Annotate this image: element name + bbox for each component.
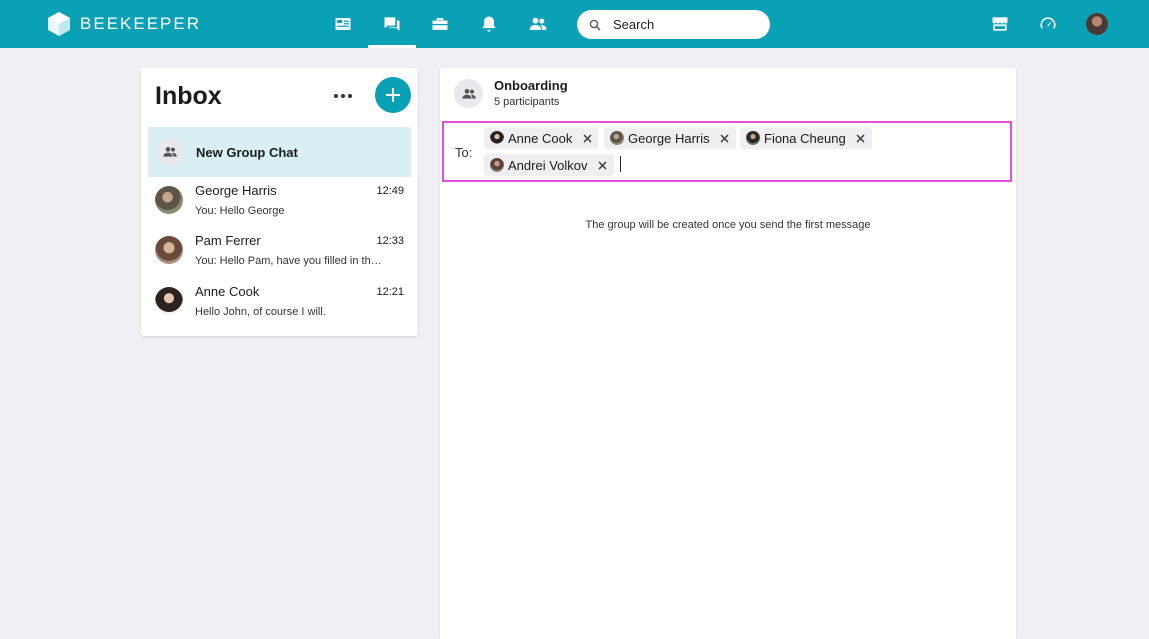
nav-tools[interactable] [416, 0, 464, 48]
search-bar[interactable]: Search [577, 10, 770, 39]
conversation-item[interactable]: Anne Cook 12:21 Hello John, of course I … [148, 278, 411, 328]
recipient-name: Anne Cook [508, 130, 573, 146]
group-avatar [156, 138, 184, 166]
people-icon [529, 17, 547, 30]
recipient-chip[interactable]: George Harris [604, 127, 736, 149]
close-icon [720, 134, 729, 142]
dashboard-gauge-icon [1040, 17, 1056, 29]
toolbox-icon [432, 18, 448, 30]
remove-recipient-button[interactable] [850, 127, 872, 149]
close-icon [583, 134, 592, 142]
recipient-avatar [490, 158, 504, 172]
recipient-name: Fiona Cheung [764, 130, 846, 146]
nav-dashboard[interactable] [1024, 0, 1072, 48]
recipient-name: Andrei Volkov [508, 157, 588, 173]
new-group-chat-item[interactable]: New Group Chat [148, 127, 411, 177]
new-chat-button[interactable] [375, 77, 411, 113]
nav-people[interactable] [514, 0, 562, 48]
remove-recipient-button[interactable] [592, 154, 614, 176]
conversation-item[interactable]: Pam Ferrer 12:33 You: Hello Pam, have yo… [148, 227, 411, 277]
recipient-chip[interactable]: Anne Cook [484, 127, 599, 149]
close-icon [856, 134, 865, 142]
remove-recipient-button[interactable] [714, 127, 736, 149]
logo-text: BEEKEEPER [80, 14, 201, 33]
contact-name: George Harris [195, 183, 277, 198]
chat-icon [384, 17, 400, 31]
chat-title[interactable]: Onboarding [494, 78, 568, 93]
contact-avatar [155, 236, 183, 264]
new-group-chat-label: New Group Chat [196, 144, 298, 160]
conversation-item[interactable]: George Harris 12:49 You: Hello George [148, 177, 411, 227]
contact-avatar [155, 186, 183, 214]
nav-news-feed[interactable] [319, 0, 367, 48]
group-avatar [454, 79, 483, 108]
recipient-chip[interactable]: Andrei Volkov [484, 154, 614, 176]
user-avatar[interactable] [1086, 13, 1108, 35]
group-creation-info: The group will be created once you send … [585, 219, 871, 231]
inbox-panel: Inbox New Group Chat George Harris 12:49… [141, 68, 418, 336]
beekeeper-logo[interactable]: BEEKEEPER [48, 12, 201, 36]
to-label: To: [455, 145, 473, 160]
top-navigation-bar: BEEKEEPER Search [0, 0, 1149, 48]
text-cursor [620, 156, 621, 172]
recipient-avatar [490, 131, 504, 145]
message-preview: You: Hello George [195, 205, 285, 217]
more-options-button[interactable] [331, 86, 355, 106]
recipient-chip[interactable]: Fiona Cheung [740, 127, 872, 149]
inbox-title: Inbox [155, 82, 222, 110]
group-icon [163, 147, 177, 157]
nav-chats[interactable] [368, 0, 416, 48]
plus-icon [386, 88, 400, 102]
search-placeholder: Search [613, 17, 655, 32]
recipient-avatar [610, 131, 624, 145]
message-preview: Hello John, of course I will. [195, 306, 326, 318]
bell-icon [482, 16, 496, 32]
nav-notifications[interactable] [465, 0, 513, 48]
participants-count: 5 participants [494, 96, 560, 108]
recipient-name: George Harris [628, 130, 710, 146]
group-icon [461, 88, 476, 99]
nav-marketplace[interactable] [976, 0, 1024, 48]
chat-panel: Onboarding 5 participants To: Anne Cook … [440, 68, 1016, 639]
contact-name: Pam Ferrer [195, 233, 261, 248]
remove-recipient-button[interactable] [576, 127, 598, 149]
recipient-avatar [746, 131, 760, 145]
close-icon [598, 161, 607, 169]
marketplace-icon [992, 17, 1008, 31]
news-feed-icon [335, 18, 351, 30]
search-icon [589, 19, 601, 30]
recipients-field[interactable]: To: Anne Cook George Harris Fiona Cheung… [442, 121, 1012, 182]
more-dots-icon [334, 94, 338, 98]
message-preview: You: Hello Pam, have you filled in the f… [195, 255, 385, 267]
contact-avatar [155, 287, 183, 315]
message-time: 12:21 [376, 286, 404, 298]
contact-name: Anne Cook [195, 284, 260, 299]
hexagon-logo-icon [48, 12, 70, 36]
message-time: 12:49 [376, 185, 404, 197]
message-time: 12:33 [376, 235, 404, 247]
